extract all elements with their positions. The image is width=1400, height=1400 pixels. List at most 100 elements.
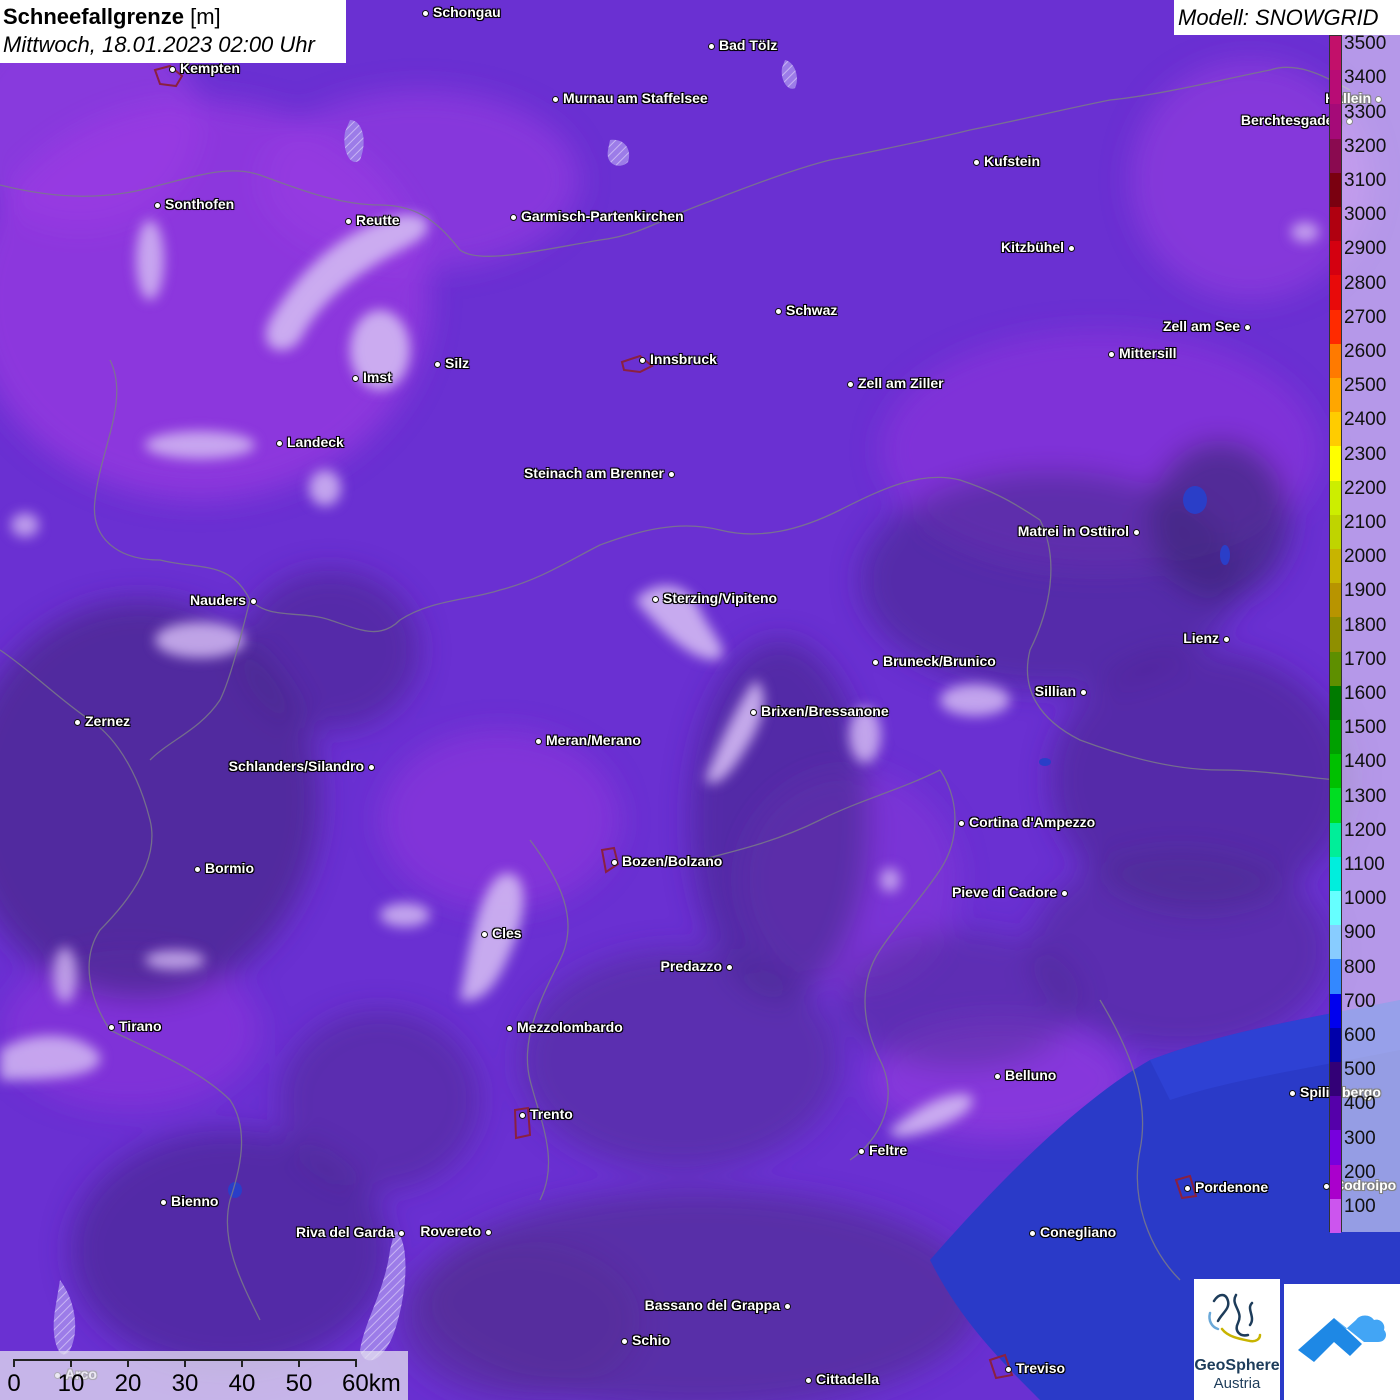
city-label-predazzo: Predazzo [660, 958, 722, 974]
city-label-kitzb-hel: Kitzbühel [1001, 239, 1064, 255]
scale-tick-mark [13, 1359, 15, 1367]
city-dot-bruneck-brunico [871, 658, 879, 666]
legend-swatch-2300 [1330, 446, 1341, 482]
legend-swatch-2500 [1330, 378, 1341, 413]
city-label-landeck: Landeck [287, 434, 344, 450]
city-label-conegliano: Conegliano [1040, 1224, 1117, 1240]
legend-swatch-3300 [1330, 104, 1341, 140]
legend-label-100: 100 [1344, 1195, 1376, 1217]
city-dot-silz [433, 360, 441, 368]
city-label-trento: Trento [530, 1106, 573, 1122]
legend-swatch-1100 [1330, 856, 1341, 892]
scale-tick-label: 30 [171, 1370, 199, 1397]
legend-swatch-1900 [1330, 583, 1341, 618]
city-label-bienno: Bienno [171, 1193, 219, 1209]
city-label-steinach-am-brenner: Steinach am Brenner [523, 465, 664, 481]
mountain-cloud-icon [1298, 1315, 1386, 1362]
city-dot-trento [518, 1111, 526, 1119]
city-label-sonthofen: Sonthofen [165, 196, 235, 212]
city-label-sillian: Sillian [1034, 683, 1076, 699]
scale-tick-mark [298, 1359, 300, 1367]
city-dot-predazzo [725, 963, 733, 971]
city-label-innsbruck: Innsbruck [650, 351, 717, 367]
legend-swatch-3500 [1330, 36, 1341, 71]
legend-swatch-200 [1330, 1164, 1341, 1200]
city-dot-schlanders-silandro [367, 763, 375, 771]
city-dot-steinach-am-brenner [667, 470, 675, 478]
city-label-cortina-d-ampezzo: Cortina d'Ampezzo [969, 814, 1096, 830]
city-dot-meran-merano [534, 737, 542, 745]
city-label-mezzolombardo: Mezzolombardo [517, 1019, 623, 1035]
legend-swatch-1700 [1330, 651, 1341, 687]
scale-tick-mark [184, 1359, 186, 1367]
city-label-zell-am-see: Zell am See [1162, 318, 1240, 334]
legend-color-strip [1329, 35, 1342, 1234]
legend-label-1300: 1300 [1344, 785, 1387, 807]
city-dot-lienz [1222, 635, 1230, 643]
geosphere-logo-country: Austria [1213, 1375, 1261, 1392]
city-label-rovereto: Rovereto [420, 1223, 481, 1239]
city-dot-kitzb-hel [1067, 244, 1075, 252]
legend-label-300: 300 [1344, 1127, 1376, 1149]
city-label-matrei-in-osttirol: Matrei in Osttirol [1017, 523, 1129, 539]
legend-label-3100: 3100 [1344, 169, 1387, 191]
legend-label-1600: 1600 [1344, 682, 1387, 704]
map-stage: Schongau Bad Tölz Kempten Murnau am Staffel… [0, 0, 1400, 1400]
legend-label-1500: 1500 [1344, 717, 1387, 739]
city-label-sterzing-vipiteno: Sterzing/Vipiteno [663, 590, 778, 606]
city-dot-kempten [168, 65, 176, 73]
city-dot-cortina-d-ampezzo [957, 819, 965, 827]
city-dot-bormio [193, 865, 201, 873]
geosphere-logo: GeoSphere Austria [1194, 1279, 1280, 1400]
city-dot-kufstein [972, 158, 980, 166]
legend-swatch-100 [1330, 1198, 1341, 1234]
scale-tick-label: 10 [57, 1370, 85, 1397]
legend-label-3000: 3000 [1344, 204, 1387, 226]
city-label-silz: Silz [445, 355, 470, 371]
legend-swatch-3000 [1330, 207, 1341, 242]
legend-swatch-500 [1330, 1062, 1341, 1097]
scale-tick-mark [127, 1359, 129, 1367]
legend-swatch-800 [1330, 959, 1341, 995]
city-label-zernez: Zernez [85, 713, 131, 729]
scale-tick-label: 40 [228, 1370, 256, 1397]
legend-label-3400: 3400 [1344, 67, 1387, 89]
city-dot-rovereto [484, 1228, 492, 1236]
city-label-treviso: Treviso [1016, 1360, 1066, 1376]
city-label-brixen-bressanone: Brixen/Bressanone [761, 703, 889, 719]
city-dot-treviso [1004, 1365, 1012, 1373]
legend-label-2200: 2200 [1344, 477, 1387, 499]
legend-label-2800: 2800 [1344, 272, 1387, 294]
legend-label-2500: 2500 [1344, 375, 1387, 397]
legend-swatch-1300 [1330, 788, 1341, 824]
legend-label-1000: 1000 [1344, 888, 1387, 910]
model-label: Modell: SNOWGRID [1174, 0, 1400, 35]
legend-swatch-300 [1330, 1130, 1341, 1166]
city-label-bad-t-lz: Bad Tölz [719, 37, 778, 53]
city-dot-conegliano [1028, 1229, 1036, 1237]
city-label-bozen-bolzano: Bozen/Bolzano [622, 853, 723, 869]
legend-label-2900: 2900 [1344, 238, 1387, 260]
legend-label-200: 200 [1344, 1161, 1376, 1183]
legend-swatch-600 [1330, 1027, 1341, 1063]
city-label-imst: Imst [363, 369, 392, 385]
legend-swatch-1000 [1330, 891, 1341, 926]
legend-label-2400: 2400 [1344, 409, 1387, 431]
legend-swatch-1600 [1330, 685, 1341, 721]
forecast-datetime: Mittwoch, 18.01.2023 02:00 Uhr [3, 32, 315, 57]
legend-label-2300: 2300 [1344, 443, 1387, 465]
legend-label-2100: 2100 [1344, 511, 1387, 533]
legend-swatch-400 [1330, 1096, 1341, 1131]
scale-tick-mark [241, 1359, 243, 1367]
city-label-murnau-am-staffelsee: Murnau am Staffelsee [563, 90, 708, 106]
variable-unit: [m] [190, 4, 221, 29]
city-dot-matrei-in-osttirol [1132, 528, 1140, 536]
city-label-pieve-di-cadore: Pieve di Cadore [951, 884, 1057, 900]
city-label-schongau: Schongau [433, 4, 501, 20]
legend-label-3500: 3500 [1344, 33, 1387, 55]
geosphere-logo-name: GeoSphere [1194, 1357, 1280, 1374]
legend-label-2600: 2600 [1344, 340, 1387, 362]
legend-swatch-700 [1330, 993, 1341, 1029]
legend-label-700: 700 [1344, 990, 1376, 1012]
legend-label-3300: 3300 [1344, 101, 1387, 123]
